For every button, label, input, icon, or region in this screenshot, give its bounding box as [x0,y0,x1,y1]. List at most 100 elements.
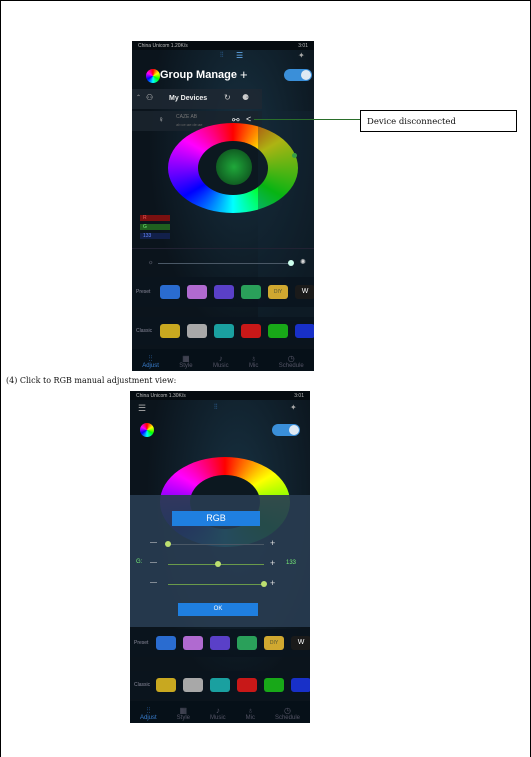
bottom-nav: ⫶⫶ Adjust ▦ Style ♪ Music ♁ Mic ◷ Schedule [132,349,314,371]
classic-row: Classic [132,317,314,345]
status-bar: China Unicom 1.20K/s 3:01 [132,41,314,50]
color-wheel-icon [146,69,160,83]
blue-knob[interactable] [261,581,267,587]
nav-adjust[interactable]: ⫶⫶ Adjust [142,354,159,369]
nav-style[interactable]: ▦ Style [177,706,190,721]
page-border-left [0,0,1,757]
blue-row: — + [130,578,310,589]
red-bar: R [140,215,170,221]
red-row: — + [130,538,310,549]
power-toggle[interactable] [272,424,300,436]
classic-swatch-2[interactable] [183,678,203,692]
divider [132,248,314,249]
devices-icon: ⚇ [146,93,154,102]
classic-swatch-4[interactable] [237,678,257,692]
screenshot-group-manage: China Unicom 1.20K/s 3:01 ⫶⫶ ☰ ✦ Group M… [132,41,314,371]
blue-minus-button[interactable]: — [150,579,157,586]
brightness-knob[interactable] [288,260,294,266]
ok-button[interactable]: OK [178,603,258,616]
screenshot-rgb-manual: China Unicom 1.30K/s 3:01 ☰ ⫶⫶ ✦ RGB — +… [130,391,310,723]
classic-swatch-3[interactable] [214,324,234,338]
red-plus-button[interactable]: + [270,538,275,548]
preset-swatch-1[interactable] [160,285,180,299]
nav-schedule[interactable]: ◷ Schedule [279,354,304,369]
menu-icon[interactable]: ☰ [138,403,146,414]
green-knob[interactable] [214,561,221,567]
preset-diy[interactable]: DIY [268,285,288,299]
green-plus-button[interactable]: + [270,558,275,568]
preset-diy[interactable]: DIY [264,636,284,650]
classic-swatch-3[interactable] [210,678,230,692]
clock-icon: ◷ [283,706,291,715]
preset-white[interactable]: W [291,636,310,650]
classic-swatch-1[interactable] [160,324,180,338]
preset-swatch-2[interactable] [183,636,203,650]
device-name: CAZE AB [176,114,198,120]
clock: 3:01 [294,392,304,399]
brightness-low-icon: ☼ [148,260,154,266]
refresh-icon[interactable]: ↻ [224,93,231,102]
green-value: 133 [286,560,297,566]
music-icon: ♪ [218,354,223,363]
preset-swatch-1[interactable] [156,636,176,650]
brightness-high-icon: ✺ [300,259,306,266]
classic-swatch-5[interactable] [268,324,288,338]
nav-music[interactable]: ♪ Music [210,706,226,721]
red-minus-button[interactable]: — [150,539,157,546]
preset-swatch-2[interactable] [187,285,207,299]
clock: 3:01 [298,42,308,49]
preset-label: Preset [134,640,149,646]
mic-icon: ♁ [250,354,257,363]
adjust-nav-icon: ⫶⫶ [146,706,151,715]
group-icon[interactable]: ⚈ [242,93,249,102]
power-toggle[interactable] [284,69,312,81]
classic-swatch-6[interactable] [295,324,314,338]
menu-icon[interactable]: ☰ [236,51,243,60]
my-devices-header[interactable]: ⌃ ⚇ My Devices ↻ ⚈ [132,89,262,109]
preset-swatch-3[interactable] [210,636,230,650]
classic-swatch-4[interactable] [241,324,261,338]
preset-white[interactable]: W [295,285,314,299]
red-knob[interactable] [165,541,171,547]
nav-mic[interactable]: ♁ Mic [246,706,255,721]
classic-swatch-1[interactable] [156,678,176,692]
settings-icon[interactable]: ✦ [290,403,297,412]
collapse-icon[interactable]: ⌃ [136,94,141,101]
blue-plus-button[interactable]: + [270,578,275,588]
adjust-icon[interactable]: ⫶⫶ [220,52,224,60]
preset-swatch-4[interactable] [237,636,257,650]
preset-swatch-3[interactable] [214,285,234,299]
nav-schedule[interactable]: ◷ Schedule [275,706,300,721]
grid-icon: ▦ [182,354,190,363]
page-border-top [0,0,531,1]
callout-device-disconnected: Device disconnected [360,110,517,132]
nav-style[interactable]: ▦ Style [179,354,192,369]
classic-swatch-5[interactable] [264,678,284,692]
green-row: G: — + 133 [130,558,310,569]
rgb-dialog: RGB — + G: — + 133 — + OK [130,495,310,627]
adjust-nav-icon: ⫶⫶ [148,354,153,363]
nav-music[interactable]: ♪ Music [213,354,229,369]
nav-adjust[interactable]: ⫶⫶ Adjust [140,706,157,721]
preset-label: Preset [136,289,151,295]
status-bar: China Unicom 1.30K/s 3:01 [130,391,310,400]
current-color-indicator [216,149,252,185]
back-arrow-icon[interactable]: < [246,114,251,124]
preset-row: Preset DIY W [130,629,310,657]
brightness-slider[interactable] [158,263,292,264]
callout-line [254,119,360,120]
blue-slider[interactable] [168,584,264,585]
red-slider[interactable] [168,544,264,545]
bottom-nav: ⫶⫶ Adjust ▦ Style ♪ Music ♁ Mic ◷ Schedule [130,701,310,723]
classic-swatch-2[interactable] [187,324,207,338]
grid-icon: ▦ [179,706,188,715]
adjust-icon[interactable]: ⫶⫶ [214,404,218,412]
bulb-icon: ♀ [158,115,164,124]
add-group-button[interactable]: + [240,67,248,82]
preset-swatch-4[interactable] [241,285,261,299]
carrier-text: China Unicom 1.20K/s [138,42,188,49]
nav-mic[interactable]: ♁ Mic [249,354,258,369]
settings-icon[interactable]: ✦ [298,51,305,60]
green-minus-button[interactable]: — [150,559,157,566]
classic-swatch-6[interactable] [291,678,310,692]
